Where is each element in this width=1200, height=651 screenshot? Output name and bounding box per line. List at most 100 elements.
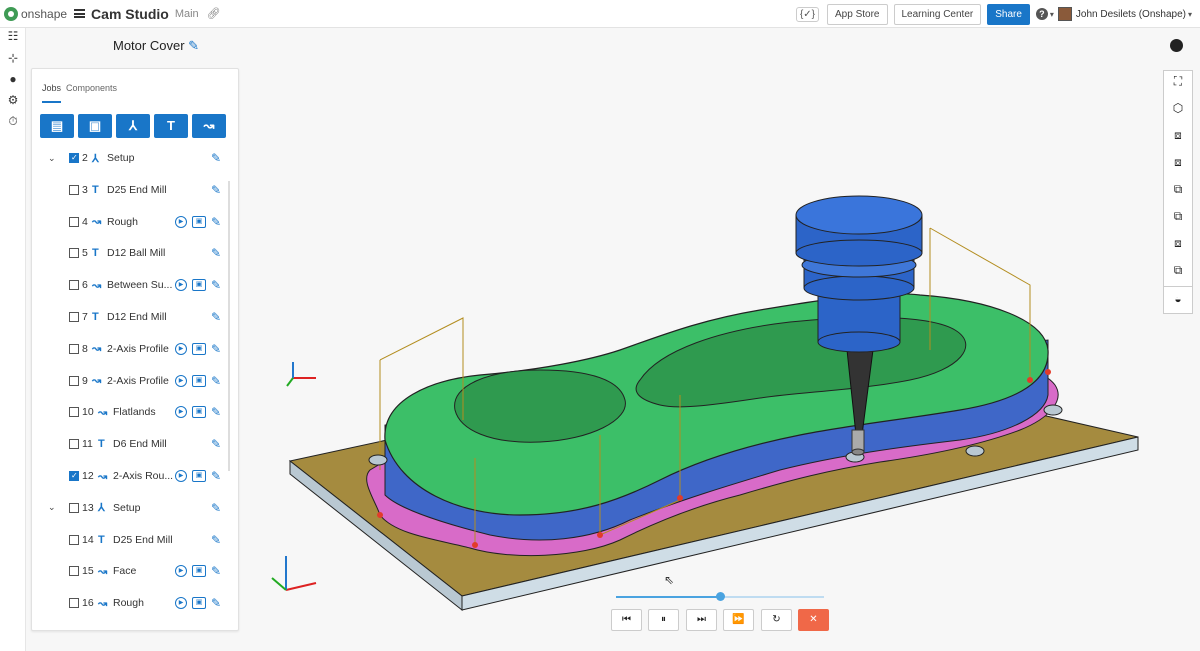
avatar[interactable] (1057, 7, 1072, 21)
play-icon[interactable]: ▶ (175, 406, 187, 419)
list-item[interactable]: 6 ↝ Between Su... ▶ ▣ ✎ (32, 275, 238, 295)
simulate-icon[interactable]: ▣ (192, 215, 206, 228)
list-item[interactable]: 12 ↝ 2-Axis Rou...▶ ▣ ✎ (32, 466, 238, 486)
simulate-icon[interactable]: ▣ (192, 342, 206, 355)
fit-icon[interactable]: ⛶ (1171, 74, 1185, 88)
back-view-icon[interactable]: ⧉ (1171, 209, 1185, 223)
stop-button[interactable]: ✕ (798, 609, 829, 631)
edit-pencil-icon[interactable]: ✎ (211, 469, 221, 483)
simulate-icon[interactable]: ▣ (192, 597, 206, 610)
edit-pencil-icon[interactable]: ✎ (211, 501, 221, 515)
list-item[interactable]: 7 T D12 End Mill ✎ (32, 307, 238, 327)
play-icon[interactable]: ▶ (175, 279, 187, 292)
share-button[interactable]: Share (987, 3, 1030, 25)
progress-handle[interactable] (716, 592, 725, 601)
history-icon[interactable]: ⏱ (6, 114, 20, 128)
user-name[interactable]: John Desilets (Onshape) (1076, 9, 1186, 20)
list-item[interactable]: 5 T D12 Ball Mill ✎ (32, 243, 238, 263)
simulate-icon[interactable]: ▣ (192, 279, 206, 292)
edit-pencil-icon[interactable]: ✎ (211, 310, 221, 324)
chevron-down-icon[interactable]: ⌄ (48, 153, 56, 164)
row-checkbox[interactable] (69, 566, 79, 577)
comments-icon[interactable]: ● (6, 72, 20, 86)
edit-pencil-icon[interactable]: ✎ (211, 533, 221, 547)
row-checkbox[interactable] (69, 216, 79, 227)
branch-label[interactable]: Main (175, 8, 199, 20)
row-checkbox[interactable] (69, 439, 79, 450)
apps-icon[interactable]: ⚙ (6, 93, 20, 107)
account-icon[interactable] (1170, 39, 1183, 52)
simulate-icon[interactable]: ▣ (192, 406, 206, 419)
fast-forward-button[interactable]: ⏩ (723, 609, 754, 631)
left-view-icon[interactable]: ⧈ (1171, 236, 1185, 250)
edit-pencil-icon[interactable]: ✎ (211, 405, 221, 419)
row-checkbox[interactable] (69, 407, 79, 418)
row-checkbox[interactable] (69, 184, 79, 195)
open-folder-button[interactable]: ▤ (40, 114, 74, 138)
play-icon[interactable]: ▶ (175, 342, 187, 355)
edit-pencil-icon[interactable]: ✎ (211, 151, 221, 165)
list-item[interactable]: 4 ↝ Rough ▶ ▣ ✎ (32, 212, 238, 232)
edit-pencil-icon[interactable]: ✎ (211, 246, 221, 260)
simulate-icon[interactable]: ▣ (192, 565, 206, 578)
row-checkbox[interactable] (69, 502, 79, 513)
simulate-icon[interactable]: ▣ (192, 470, 206, 482)
play-icon[interactable]: ▶ (175, 597, 187, 610)
edit-pencil-icon[interactable]: ✎ (211, 278, 221, 292)
edit-pencil-icon[interactable]: ✎ (211, 183, 221, 197)
row-checkbox[interactable] (69, 343, 79, 354)
learning-center-button[interactable]: Learning Center (893, 3, 982, 25)
edit-pencil-icon[interactable]: ✎ (211, 596, 221, 610)
edit-pencil-icon[interactable]: ✎ (211, 437, 221, 451)
add-setup-button[interactable]: ⅄ (116, 114, 150, 138)
rename-pencil-icon[interactable]: ✎ (188, 38, 199, 53)
top-view-icon[interactable]: ⧈ (1171, 155, 1185, 169)
developer-icon[interactable]: {✓} (795, 6, 820, 22)
tab-components[interactable]: Components (66, 83, 117, 103)
right-view-icon[interactable]: ⧉ (1171, 182, 1185, 196)
variables-icon[interactable]: ⊹ (6, 51, 20, 65)
row-checkbox[interactable] (69, 471, 79, 481)
row-checkbox[interactable] (69, 280, 79, 291)
play-icon[interactable]: ▶ (175, 374, 187, 387)
restart-button[interactable]: ↻ (761, 609, 792, 631)
play-icon[interactable]: ▶ (175, 565, 187, 578)
scrollbar[interactable] (228, 181, 230, 471)
add-tool-button[interactable]: T (154, 114, 188, 138)
list-item[interactable]: 9 ↝ 2-Axis Profile ▶ ▣ ✎ (32, 371, 238, 391)
front-view-icon[interactable]: ⧈ (1171, 128, 1185, 142)
row-checkbox[interactable] (69, 312, 79, 322)
add-toolpath-button[interactable]: ↝ (192, 114, 226, 138)
app-store-button[interactable]: App Store (827, 3, 888, 25)
help-icon[interactable]: ? (1035, 8, 1048, 20)
bottom-view-icon[interactable]: ⧉ (1171, 263, 1185, 277)
link-icon[interactable]: 🔗︎ (207, 7, 221, 20)
row-checkbox[interactable] (69, 534, 79, 545)
play-icon[interactable]: ▶ (175, 215, 187, 228)
chevron-down-icon[interactable]: ⌄ (48, 502, 56, 513)
list-item[interactable]: ⌄ 2 ⅄ Setup ✎ (32, 148, 238, 168)
tab-jobs[interactable]: Jobs (42, 83, 62, 103)
list-item[interactable]: ⌄ 13 ⅄ Setup ✎ (32, 498, 238, 518)
help-caret-icon[interactable]: ▾ (1050, 10, 1054, 19)
feature-list-icon[interactable]: ☷ (6, 29, 20, 43)
row-checkbox[interactable] (69, 153, 79, 163)
user-caret-icon[interactable]: ▾ (1188, 10, 1192, 19)
list-item[interactable]: 14 T D25 End Mill ✎ (32, 530, 238, 550)
progress-slider[interactable] (616, 592, 824, 601)
onshape-logo[interactable]: onshape (4, 6, 67, 21)
document-title[interactable]: Cam Studio (91, 6, 169, 22)
row-checkbox[interactable] (69, 598, 79, 609)
list-item[interactable]: 15 ↝ Face ▶ ▣ ✎ (32, 561, 238, 581)
menu-icon[interactable] (74, 9, 86, 18)
edit-pencil-icon[interactable]: ✎ (211, 215, 221, 229)
step-back-button[interactable]: ⏮ (611, 609, 642, 631)
edit-pencil-icon[interactable]: ✎ (211, 564, 221, 578)
step-forward-button[interactable]: ⏭ (686, 609, 717, 631)
play-icon[interactable]: ▶ (175, 470, 187, 482)
row-checkbox[interactable] (69, 248, 79, 259)
pause-button[interactable]: ⏸ (648, 609, 679, 631)
row-checkbox[interactable] (69, 375, 79, 386)
list-item[interactable]: 3 T D25 End Mill ✎ (32, 180, 238, 200)
simulate-icon[interactable]: ▣ (192, 374, 206, 387)
